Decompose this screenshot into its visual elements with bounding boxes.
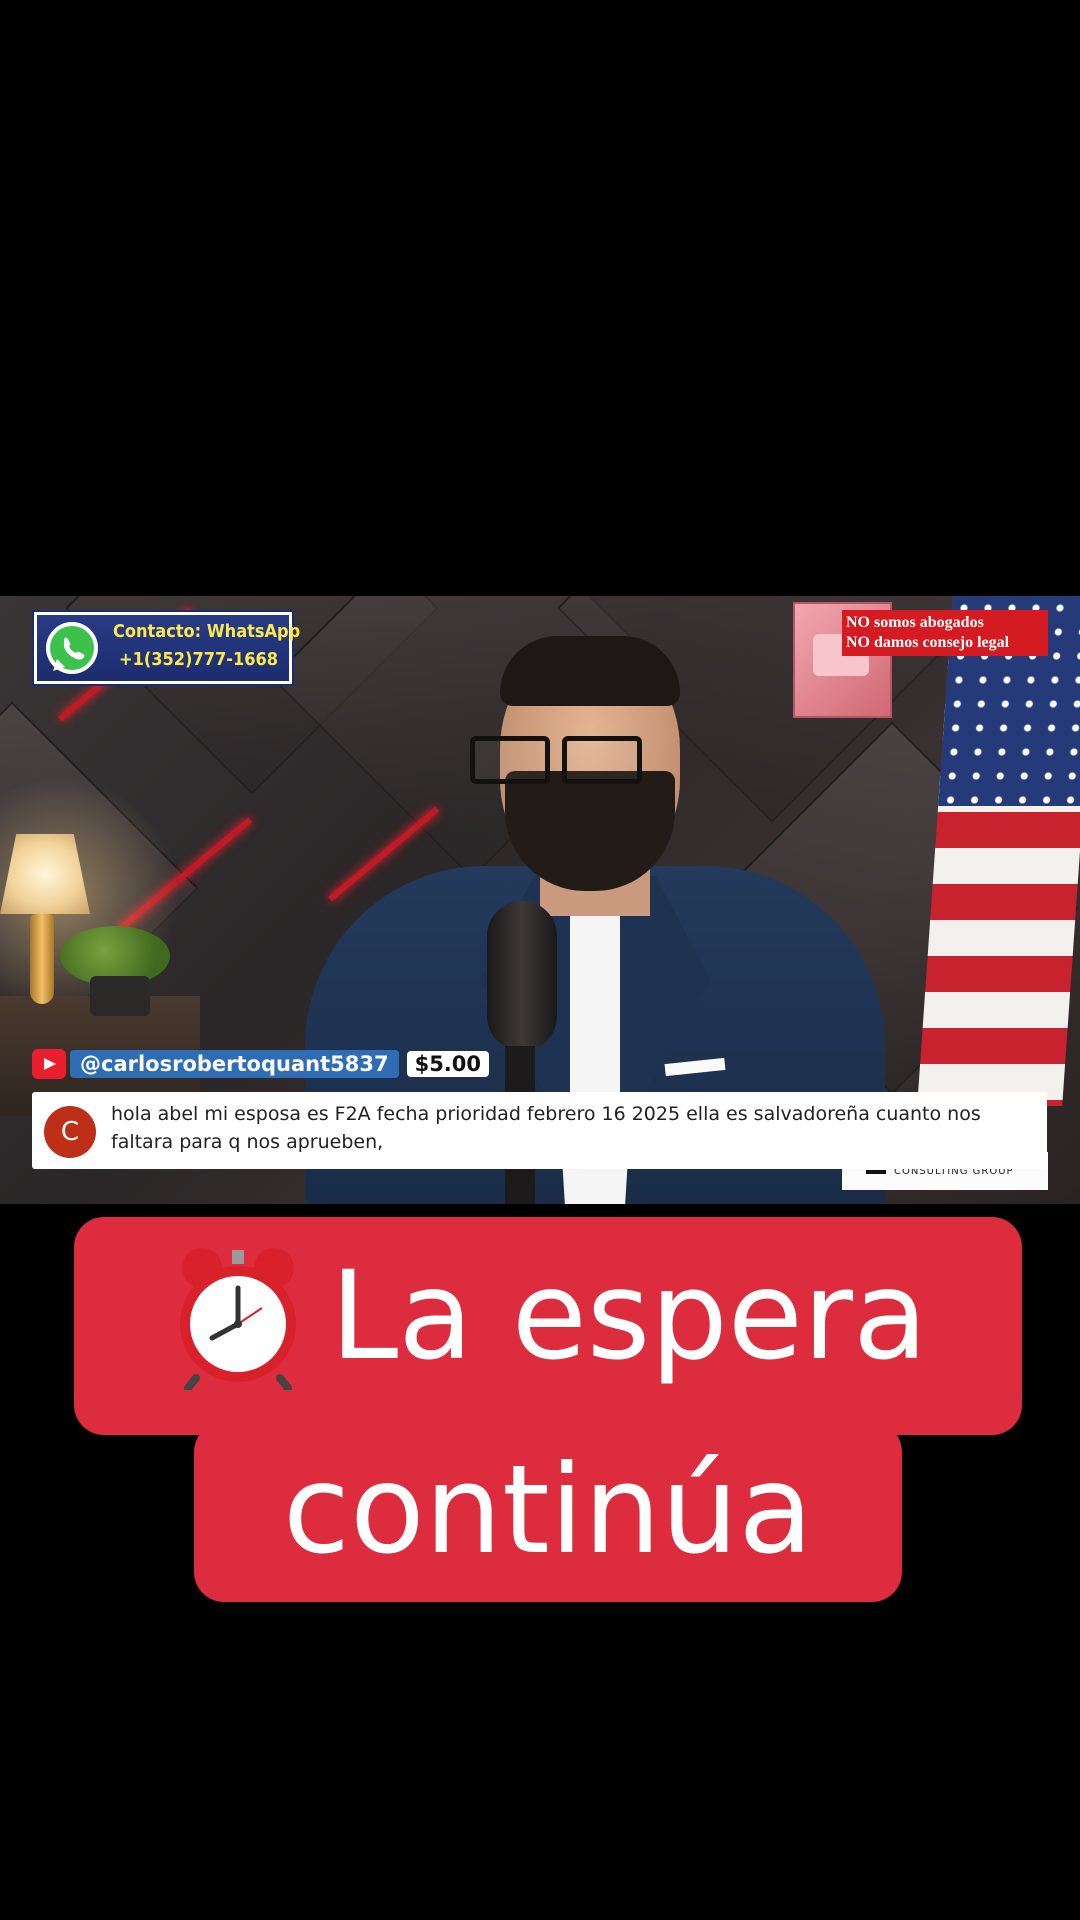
microphone-icon xyxy=(487,901,557,1051)
youtube-icon xyxy=(32,1049,66,1079)
disclaimer-line-1: NO somos abogados xyxy=(846,614,984,631)
person-hair xyxy=(500,636,680,706)
caption-line-1: La espera xyxy=(74,1236,1022,1396)
legal-disclaimer: NO somos abogados NO damos consejo legal xyxy=(842,610,1048,656)
superchat-amount: $5.00 xyxy=(406,1051,490,1077)
whatsapp-contact-banner: Contacto: WhatsApp +1(352)777-1668 xyxy=(32,610,300,686)
caption-line-2: continúa xyxy=(282,1439,814,1581)
superchat-username[interactable]: @carlosrobertoquant5837 xyxy=(70,1050,399,1078)
alarm-clock-icon xyxy=(180,1248,297,1390)
video-frame[interactable]: Contacto: WhatsApp +1(352)777-1668 NO so… xyxy=(0,596,1080,1204)
whatsapp-title: Contacto: WhatsApp xyxy=(113,621,301,642)
plant-pot xyxy=(90,976,150,1016)
comment-text: hola abel mi esposa es F2A fecha priorid… xyxy=(111,1103,981,1153)
avatar[interactable]: C xyxy=(44,1106,96,1158)
us-flag xyxy=(917,596,1080,1106)
lamp-base xyxy=(30,914,54,1004)
superchat-header: @carlosrobertoquant5837 $5.00 xyxy=(32,1048,490,1080)
whatsapp-phone: +1(352)777-1668 xyxy=(119,649,279,670)
caption-text-1: La espera xyxy=(330,1245,928,1387)
whatsapp-icon xyxy=(46,622,98,674)
glasses xyxy=(470,736,670,786)
superchat-comment: C hola abel mi esposa es F2A fecha prior… xyxy=(32,1092,1047,1169)
disclaimer-line-2: NO damos consejo legal xyxy=(846,634,1010,651)
logo-mark xyxy=(866,1170,886,1174)
